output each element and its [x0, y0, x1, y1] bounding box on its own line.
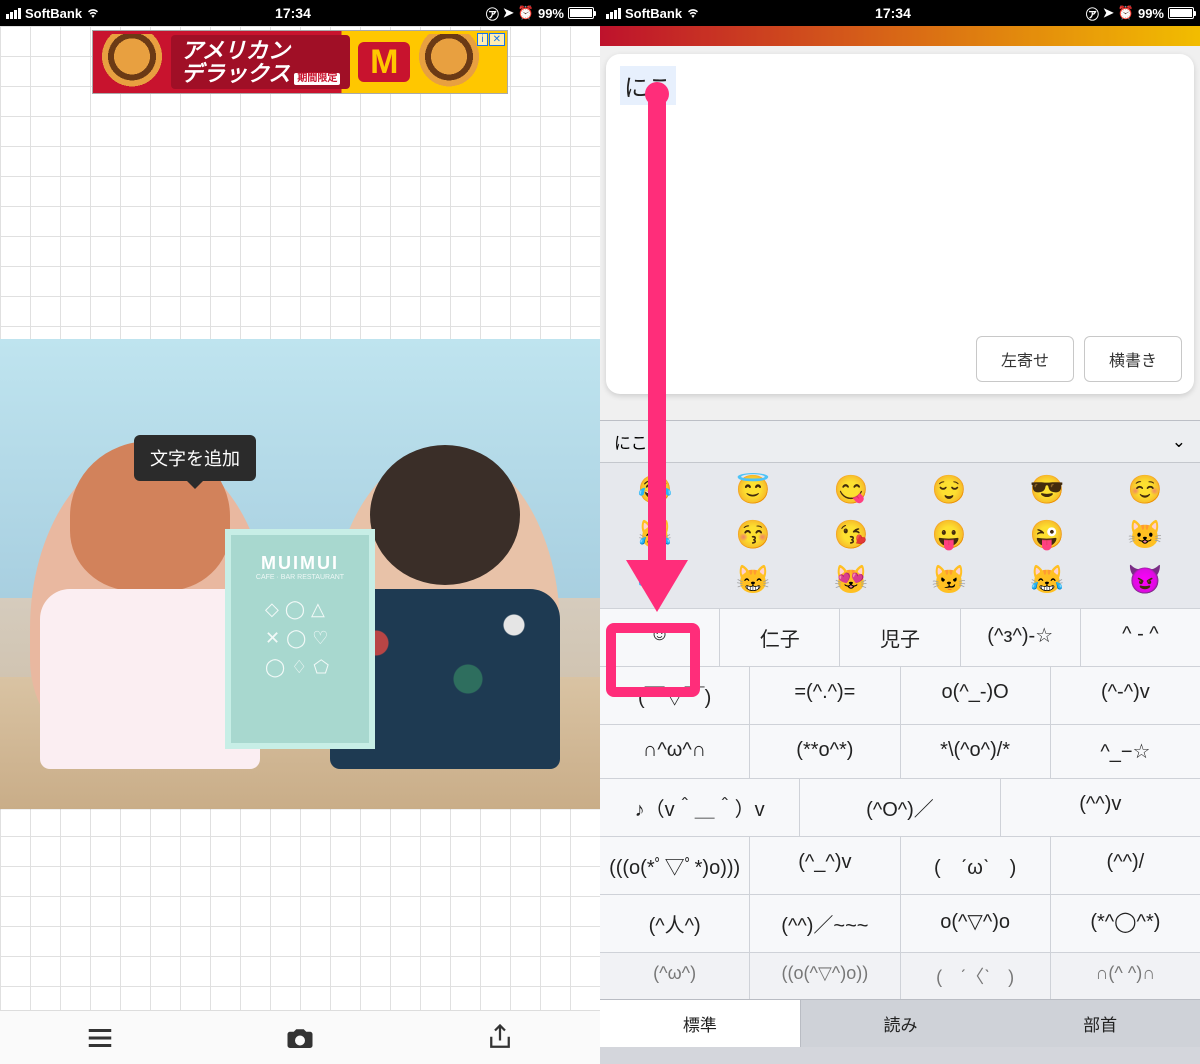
kaomoji-candidate[interactable]: 児子 — [840, 609, 960, 666]
kaomoji-candidate[interactable]: (^-^)v — [1051, 667, 1200, 724]
ad-text: アメリカン デラックス期間限定 — [171, 35, 350, 90]
emoji-candidate[interactable]: 😛 — [928, 518, 970, 551]
kaomoji-candidate[interactable]: (^ω^) — [600, 953, 750, 999]
wifi-icon — [686, 6, 700, 21]
tab-bushu[interactable]: 部首 — [1000, 1000, 1200, 1047]
location-icon: ➤ — [503, 5, 514, 21]
emoji-candidate[interactable]: 😜 — [1026, 518, 1068, 551]
lock-icon: ㋐ — [486, 4, 499, 23]
alarm-icon: ⏰ — [518, 5, 534, 21]
lock-icon: ㋐ — [1086, 4, 1099, 23]
battery-pct: 99% — [1138, 6, 1164, 21]
burger-image — [97, 34, 167, 90]
tab-standard[interactable]: 標準 — [600, 1000, 801, 1047]
mcdonalds-logo: M — [358, 42, 410, 82]
kaomoji-candidate[interactable]: (^з^)-☆ — [961, 609, 1081, 666]
emoji-candidate[interactable]: ☺️ — [1124, 473, 1166, 506]
kaomoji-candidate[interactable]: (^^)v — [1001, 779, 1200, 836]
kaomoji-candidate[interactable]: (^^)/ — [1051, 837, 1200, 894]
kaomoji-candidate[interactable]: (^O^)／ — [800, 779, 1000, 836]
alarm-icon: ⏰ — [1118, 5, 1134, 21]
emoji-candidate[interactable]: 😋 — [830, 473, 872, 506]
emoji-candidate[interactable]: 😈 — [1124, 563, 1166, 596]
menu-button[interactable] — [0, 1011, 200, 1064]
kaomoji-candidate[interactable]: ^_−☆ — [1051, 725, 1200, 778]
battery-pct: 99% — [538, 6, 564, 21]
inserted-photo[interactable]: MUIMUI CAFE · BAR RESTAURANT ◇◯△✕◯♡◯♢⬠ — [0, 339, 600, 809]
emoji-candidate[interactable]: 😻 — [830, 563, 872, 596]
kaomoji-candidate[interactable]: (^人^) — [600, 895, 750, 952]
bottom-toolbar — [0, 1010, 600, 1064]
emoji-candidate[interactable]: 😂 — [634, 473, 676, 506]
kaomoji-candidate[interactable]: (￣▽￣) — [600, 667, 750, 724]
align-button[interactable]: 左寄せ — [976, 336, 1074, 382]
keyboard-tabs: 標準 読み 部首 — [600, 999, 1200, 1047]
battery-icon — [568, 7, 594, 19]
signal-icon — [6, 8, 21, 19]
emoji-suggestions: 😂 😇 😋 😌 😎 ☺️ 😹 😚 😘 😛 😜 😺 😂 😸 😻 😼 😹 😈 — [600, 463, 1200, 608]
kaomoji-candidate[interactable]: ^ - ^ — [1081, 609, 1200, 666]
adchoices-icon[interactable]: i — [477, 33, 487, 46]
chevron-down-icon[interactable]: ⌄ — [1172, 432, 1186, 452]
add-text-tooltip[interactable]: 文字を追加 — [134, 435, 256, 481]
text-editor-card[interactable]: にこ 左寄せ 横書き — [606, 54, 1194, 394]
burger-image — [414, 34, 484, 90]
emoji-candidate[interactable]: 😇 — [732, 473, 774, 506]
orientation-button[interactable]: 横書き — [1084, 336, 1182, 382]
kaomoji-candidate[interactable]: (((o(*ﾟ▽ﾟ*)o))) — [600, 837, 750, 894]
candidate-reading: にこ — [614, 429, 648, 454]
emoji-candidate[interactable]: 😼 — [928, 563, 970, 596]
emoji-candidate[interactable]: 😚 — [732, 518, 774, 551]
menu-card-in-photo: MUIMUI CAFE · BAR RESTAURANT ◇◯△✕◯♡◯♢⬠ — [225, 529, 375, 749]
kaomoji-candidate[interactable]: ( ˊωˋ ) — [901, 837, 1051, 894]
typed-text[interactable]: にこ — [620, 66, 676, 105]
status-bar: SoftBank 17:34 ㋐ ➤ ⏰ 99% — [0, 0, 600, 26]
emoji-candidate[interactable]: 😌 — [928, 473, 970, 506]
clock: 17:34 — [100, 5, 486, 21]
background-ad-strip — [600, 26, 1200, 46]
kaomoji-candidate[interactable]: ∩^ω^∩ — [600, 725, 750, 778]
emoji-candidate[interactable]: 😂 — [634, 563, 676, 596]
kaomoji-candidate[interactable]: o(^_-)O — [901, 667, 1051, 724]
kaomoji-candidate[interactable]: 仁子 — [720, 609, 840, 666]
kaomoji-suggestions: ☺仁子児子(^з^)-☆^ - ^ (￣▽￣)=(^.^)=o(^_-)O(^-^… — [600, 608, 1200, 999]
emoji-candidate[interactable]: 😹 — [634, 518, 676, 551]
kaomoji-candidate[interactable]: *\(^o^)/* — [901, 725, 1051, 778]
emoji-candidate[interactable]: 😹 — [1026, 563, 1068, 596]
status-bar: SoftBank 17:34 ㋐ ➤ ⏰ 99% — [600, 0, 1200, 26]
battery-icon — [1168, 7, 1194, 19]
kaomoji-candidate[interactable]: o(^▽^)o — [901, 895, 1051, 952]
kaomoji-candidate[interactable]: ∩(^ ^)∩ — [1051, 953, 1200, 999]
location-icon: ➤ — [1103, 5, 1114, 21]
kaomoji-candidate[interactable]: ((o(^▽^)o)) — [750, 953, 900, 999]
keyboard: にこ ⌄ 😂 😇 😋 😌 😎 ☺️ 😹 😚 😘 😛 😜 😺 😂 😸 😻 😼 😹 😈 ☺仁子児子(^з^)-☆^ -… — [600, 420, 1200, 1064]
clock: 17:34 — [700, 5, 1086, 21]
emoji-candidate[interactable]: 😎 — [1026, 473, 1068, 506]
ad-close-icon[interactable]: ✕ — [489, 33, 505, 46]
signal-icon — [606, 8, 621, 19]
candidate-bar[interactable]: にこ ⌄ — [600, 421, 1200, 463]
carrier-label: SoftBank — [625, 6, 682, 21]
camera-button[interactable] — [200, 1011, 400, 1064]
kaomoji-candidate[interactable]: (^_^)v — [750, 837, 900, 894]
kaomoji-candidate[interactable]: ( ˊ〈ˋ ) — [901, 953, 1051, 999]
kaomoji-candidate[interactable]: (*^◯^*) — [1051, 895, 1200, 952]
emoji-candidate[interactable]: 😸 — [732, 563, 774, 596]
kaomoji-candidate[interactable]: =(^.^)= — [750, 667, 900, 724]
kaomoji-candidate[interactable]: ☺ — [600, 609, 720, 666]
share-button[interactable] — [400, 1011, 600, 1064]
kaomoji-candidate[interactable]: (**o^*) — [750, 725, 900, 778]
kaomoji-candidate[interactable]: (^^)／~~~ — [750, 895, 900, 952]
emoji-candidate[interactable]: 😺 — [1124, 518, 1166, 551]
wifi-icon — [86, 6, 100, 21]
banner-ad[interactable]: アメリカン デラックス期間限定 M i ✕ — [92, 30, 508, 94]
right-screenshot: SoftBank 17:34 ㋐ ➤ ⏰ 99% にこ 左寄せ 横書き — [600, 0, 1200, 1064]
tab-yomi[interactable]: 読み — [801, 1000, 1001, 1047]
carrier-label: SoftBank — [25, 6, 82, 21]
emoji-candidate[interactable]: 😘 — [830, 518, 872, 551]
left-screenshot: SoftBank 17:34 ㋐ ➤ ⏰ 99% アメリカン デラックス期間限定… — [0, 0, 600, 1064]
kaomoji-candidate[interactable]: ♪（v＾＿＾）v — [600, 779, 800, 836]
